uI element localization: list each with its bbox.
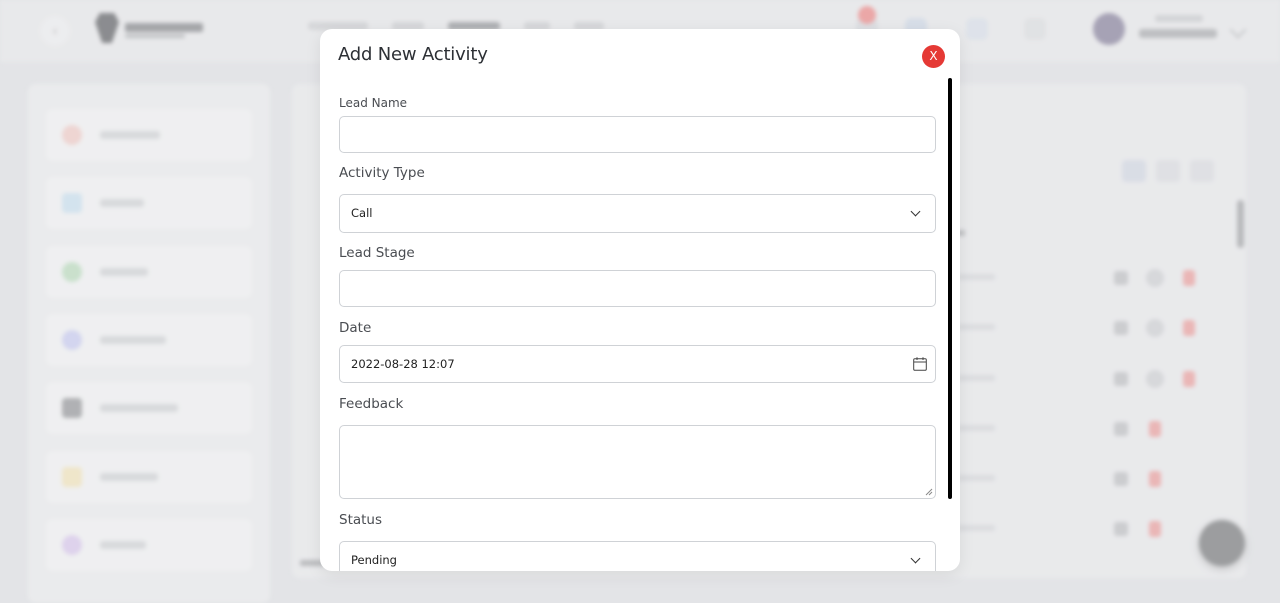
feedback-textarea[interactable] xyxy=(339,425,936,499)
chevron-down-icon xyxy=(910,206,921,217)
chevron-down-icon xyxy=(910,553,921,564)
date-value: 2022-08-28 12:07 xyxy=(351,357,455,371)
status-select[interactable]: Pending xyxy=(339,541,936,571)
activity-type-label: Activity Type xyxy=(339,165,425,181)
modal-title: Add New Activity xyxy=(338,44,488,65)
activity-type-select[interactable]: Call xyxy=(339,194,936,233)
status-value: Pending xyxy=(351,553,397,567)
feedback-label: Feedback xyxy=(339,396,404,412)
lead-name-label: Lead Name xyxy=(339,96,408,110)
add-activity-modal: Add New Activity X Lead Name Activity Ty… xyxy=(320,29,960,571)
date-input[interactable]: 2022-08-28 12:07 xyxy=(339,345,936,383)
resize-handle-icon[interactable] xyxy=(925,488,933,496)
close-button[interactable]: X xyxy=(922,45,945,68)
date-label: Date xyxy=(339,320,372,336)
calendar-icon[interactable] xyxy=(913,357,927,371)
activity-type-value: Call xyxy=(351,206,373,220)
lead-stage-input[interactable] xyxy=(339,270,936,307)
lead-name-input[interactable] xyxy=(339,116,936,153)
modal-scrollbar[interactable] xyxy=(948,78,952,499)
status-label: Status xyxy=(339,512,383,528)
lead-stage-label: Lead Stage xyxy=(339,245,415,261)
close-icon: X xyxy=(929,49,938,63)
